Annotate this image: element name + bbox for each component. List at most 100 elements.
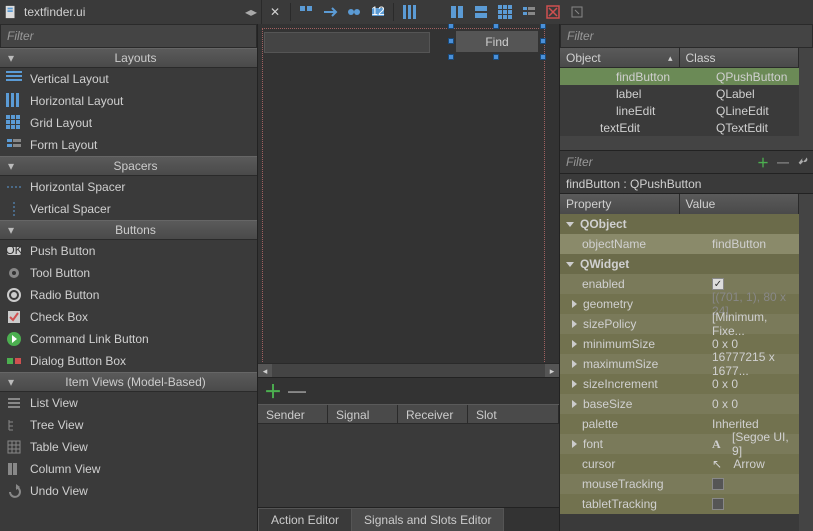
widget-tool-button[interactable]: Tool Button	[0, 262, 257, 284]
right-panel: Filter Object▴ Class findButtonQPushButt…	[559, 24, 813, 531]
ui-file-icon	[4, 5, 18, 19]
property-filter-input[interactable]: Filter	[560, 155, 753, 169]
close-form-button[interactable]: ✕	[264, 2, 286, 22]
col-class[interactable]: Class	[680, 48, 800, 67]
widget-command-link-button[interactable]: Command Link Button	[0, 328, 257, 350]
widget-push-button[interactable]: OKPush Button	[0, 240, 257, 262]
object-row-label[interactable]: labelQLabel	[560, 85, 799, 102]
widget-vertical-layout[interactable]: Vertical Layout	[0, 68, 257, 90]
col-object[interactable]: Object▴	[560, 48, 680, 67]
prop-font[interactable]: fontA [Segoe UI, 9]	[560, 434, 799, 454]
add-dynamic-property-button[interactable]: ＋	[753, 154, 773, 171]
layout-horiz-button[interactable]	[398, 2, 420, 22]
widget-vertical-spacer[interactable]: Vertical Spacer	[0, 198, 257, 220]
widget-list-view[interactable]: List View	[0, 392, 257, 414]
checkbox-checked-icon: ✓	[712, 278, 724, 290]
widget-column-view[interactable]: Column View	[0, 458, 257, 480]
widget-undo-view[interactable]: Undo View	[0, 480, 257, 502]
prop-group-qwidget[interactable]: QWidget	[560, 254, 799, 274]
adjust-size-button[interactable]	[566, 2, 588, 22]
object-row-lineedit[interactable]: lineEditQLineEdit	[560, 102, 799, 119]
object-filter-input[interactable]: Filter	[560, 24, 813, 48]
add-connection-button[interactable]: ＋	[264, 378, 282, 404]
prop-maximumsize[interactable]: maximumSize16777215 x 1677...	[560, 354, 799, 374]
widget-horizontal-spacer[interactable]: Horizontal Spacer	[0, 176, 257, 198]
widget-form-layout[interactable]: Form Layout	[0, 134, 257, 156]
font-a-icon: A	[712, 437, 721, 452]
widget-tree-view[interactable]: Tree View	[0, 414, 257, 436]
edit-widgets-button[interactable]	[295, 2, 317, 22]
prop-tablettracking[interactable]: tabletTracking	[560, 494, 799, 514]
form-icon	[521, 4, 537, 20]
prop-basesize[interactable]: baseSize0 x 0	[560, 394, 799, 414]
object-tree-vscroll[interactable]	[799, 48, 813, 150]
category-layouts[interactable]: ▾Layouts	[0, 48, 257, 68]
edit-signals-button[interactable]	[319, 2, 341, 22]
col-receiver[interactable]: Receiver	[398, 405, 468, 423]
break-layout-button[interactable]	[542, 2, 564, 22]
object-inspector-header: Object▴ Class	[560, 48, 799, 68]
remove-dynamic-property-button[interactable]: —	[773, 155, 793, 169]
bottom-tabs: Action Editor Signals and Slots Editor	[258, 507, 559, 531]
widget-dialog-button-box[interactable]: Dialog Button Box	[0, 350, 257, 372]
widget-filter-input[interactable]: Filter	[0, 24, 257, 48]
signals-body[interactable]	[258, 424, 559, 507]
edit-taborder-button[interactable]: 12	[367, 2, 389, 22]
category-itemviews[interactable]: ▾Item Views (Model-Based)	[0, 372, 257, 392]
tab-action-editor[interactable]: Action Editor	[258, 508, 352, 531]
buddies-icon	[346, 4, 362, 20]
arrow-cursor-icon: ↖	[712, 457, 722, 471]
layout-vert-splitter-button[interactable]	[470, 2, 492, 22]
remove-connection-button[interactable]: —	[288, 381, 306, 402]
canvas-hscrollbar[interactable]: ◂▸	[258, 363, 559, 377]
prop-cursor[interactable]: cursor↖ Arrow	[560, 454, 799, 474]
top-toolbar: textfinder.ui ◂▸ ✕ 12	[0, 0, 813, 24]
prop-sizeincrement[interactable]: sizeIncrement0 x 0	[560, 374, 799, 394]
layout-grid-button[interactable]	[494, 2, 516, 22]
col-signal[interactable]: Signal	[328, 405, 398, 423]
canvas-find-button[interactable]: Find	[455, 30, 539, 53]
col-sender[interactable]: Sender	[258, 405, 328, 423]
layout-vert-button[interactable]	[422, 2, 444, 22]
svg-text:12: 12	[371, 4, 385, 18]
layout-horiz-splitter-button[interactable]	[446, 2, 468, 22]
file-selector[interactable]: textfinder.ui ◂▸	[4, 0, 262, 24]
widget-radio-button[interactable]: Radio Button	[0, 284, 257, 306]
layout-horiz-icon	[403, 5, 416, 19]
property-vscroll[interactable]	[799, 194, 813, 531]
property-editor[interactable]: QObject objectNamefindButton QWidget ena…	[560, 214, 799, 531]
design-canvas[interactable]: Find	[258, 24, 559, 363]
tab-signals-slots[interactable]: Signals and Slots Editor	[351, 508, 504, 531]
property-header: Property Value	[560, 194, 799, 214]
col-value[interactable]: Value	[680, 194, 800, 214]
edit-buddies-button[interactable]	[343, 2, 365, 22]
object-row-findbutton[interactable]: findButtonQPushButton	[560, 68, 799, 85]
signals-icon	[322, 4, 338, 20]
widget-check-box[interactable]: Check Box	[0, 306, 257, 328]
prop-group-qobject[interactable]: QObject	[560, 214, 799, 234]
col-slot[interactable]: Slot	[468, 405, 559, 423]
widget-horizontal-layout[interactable]: Horizontal Layout	[0, 90, 257, 112]
prop-sizepolicy[interactable]: sizePolicy[Minimum, Fixe...	[560, 314, 799, 334]
prop-objectname[interactable]: objectNamefindButton	[560, 234, 799, 254]
category-spacers[interactable]: ▾Spacers	[0, 156, 257, 176]
vsplitter-icon	[473, 4, 489, 20]
property-settings-button[interactable]	[793, 154, 813, 171]
widget-table-view[interactable]: Table View	[0, 436, 257, 458]
checkbox-unchecked-icon	[712, 498, 724, 510]
col-property[interactable]: Property	[560, 194, 680, 214]
file-chevron-icon: ◂▸	[245, 5, 257, 19]
adjust-icon	[569, 4, 585, 20]
canvas-line-edit[interactable]	[264, 32, 430, 53]
layout-form-button[interactable]	[518, 2, 540, 22]
signals-toolbar: ＋ —	[258, 378, 559, 404]
form-editor: Find ◂▸ ＋ — Sender Signal Receiver Slot	[258, 24, 559, 531]
object-inspector-tree[interactable]: findButtonQPushButton labelQLabel lineEd…	[560, 68, 799, 136]
chevron-down-icon: ▾	[4, 159, 18, 173]
object-tree-hscroll[interactable]	[560, 136, 799, 150]
widget-grid-layout[interactable]: Grid Layout	[0, 112, 257, 134]
category-buttons[interactable]: ▾Buttons	[0, 220, 257, 240]
prop-mousetracking[interactable]: mouseTracking	[560, 474, 799, 494]
widgets-icon	[298, 4, 314, 20]
object-row-textedit[interactable]: textEditQTextEdit	[560, 119, 799, 136]
